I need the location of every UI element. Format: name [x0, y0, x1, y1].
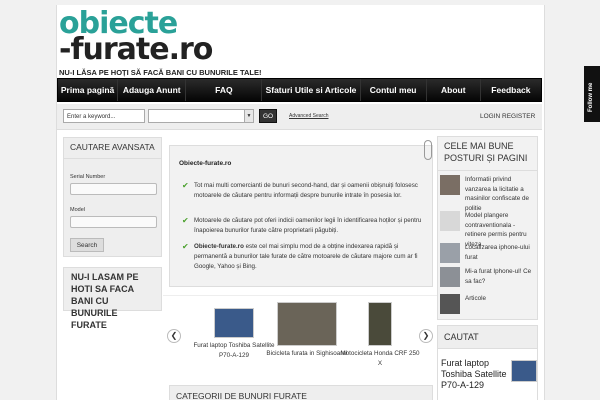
main-nav: Prima pagină Adauga Anunt FAQ Sfaturi Ut…	[57, 78, 542, 102]
popular-post[interactable]: Articole	[440, 294, 537, 318]
slider-caption: Furat laptop Toshiba Satellite P70-A-129	[193, 342, 275, 359]
model-input[interactable]	[70, 216, 157, 228]
popular-post[interactable]: Localizarea iphone-ului furat	[440, 243, 537, 267]
wanted-item-title[interactable]: Furat laptop Toshiba Satellite P70-A-129	[441, 358, 509, 391]
categories-title: CATEGORII DE BUNURI FURATE	[176, 391, 307, 400]
logo-line2: -furate.ro	[59, 32, 213, 67]
nav-add-ad[interactable]: Adauga Anunt	[118, 79, 187, 101]
advanced-search-panel: CAUTARE AVANSATA Serial Number Model Sea…	[63, 137, 162, 257]
search-bar: Enter a keyword... ▼ GO Advanced Search …	[57, 104, 542, 130]
check-icon: ✔	[182, 216, 189, 225]
featured-slider: ❮ Furat laptop Toshiba Satellite P70-A-1…	[163, 295, 439, 378]
laptop-image	[511, 360, 537, 382]
bicycle-image	[277, 302, 337, 346]
slider-caption: Motocicleta Honda CRF 250 X	[340, 350, 420, 367]
popular-posts-title: CELE MAI BUNE POSTURI ȘI PAGINI	[438, 137, 537, 171]
nav-my-account[interactable]: Contul meu	[361, 79, 427, 101]
follow-me-tab[interactable]: Follow me	[584, 66, 600, 122]
chevron-left-icon[interactable]: ❮	[167, 329, 181, 343]
categories-panel: CATEGORII DE BUNURI FURATE	[169, 385, 433, 400]
avatar	[440, 211, 460, 231]
tagline: NU-I LĂSA PE HOȚI SĂ FACĂ BANI CU BUNURI…	[59, 68, 262, 77]
paperclip-icon	[424, 140, 432, 160]
serial-number-input[interactable]	[70, 183, 157, 195]
page: obiecte -furate.ro NU-I LĂSA PE HOȚI SĂ …	[56, 5, 545, 400]
left-banner: NU-I LASAM PE HOTI SA FACA BANI CU BUNUR…	[63, 267, 162, 330]
check-icon: ✔	[182, 181, 189, 190]
intro-bullet: ✔ Tot mai multi comercianti de bunuri sec…	[182, 181, 418, 200]
post-thumbnail	[440, 294, 460, 314]
nav-home[interactable]: Prima pagină	[58, 79, 119, 101]
popular-posts-panel: CELE MAI BUNE POSTURI ȘI PAGINI Informat…	[437, 136, 538, 320]
post-thumbnail	[440, 243, 460, 263]
advanced-search-link[interactable]: Advanced Search	[289, 113, 328, 119]
intro-panel: Obiecte-furate.ro ✔ Tot mai multi comerci…	[169, 140, 433, 287]
site-logo[interactable]: obiecte -furate.ro	[59, 7, 219, 71]
left-banner-text: NU-I LASAM PE HOTI SA FACA BANI CU BUNUR…	[71, 272, 139, 330]
popular-post[interactable]: Model plangere contraventionala - retine…	[440, 211, 537, 248]
post-thumbnail	[440, 267, 460, 287]
model-label: Model	[70, 207, 85, 213]
slider-item[interactable]: Furat laptop Toshiba Satellite P70-A-129	[193, 302, 275, 361]
intro-title: Obiecte-furate.ro	[179, 160, 232, 167]
serial-label: Serial Number	[70, 174, 106, 180]
nav-about[interactable]: About	[427, 79, 481, 101]
wanted-panel: CAUTAT Furat laptop Toshiba Satellite P7…	[437, 325, 538, 400]
slider-item[interactable]: Motocicleta Honda CRF 250 X	[339, 302, 421, 369]
go-button[interactable]: GO	[259, 109, 277, 123]
wanted-title: CAUTAT	[438, 326, 537, 349]
keyword-input[interactable]: Enter a keyword...	[63, 109, 145, 123]
chevron-down-icon: ▼	[244, 110, 253, 122]
login-register-link[interactable]: LOGIN REGISTER	[480, 113, 535, 120]
nav-faq[interactable]: FAQ	[186, 79, 263, 101]
chevron-right-icon[interactable]: ❯	[419, 329, 433, 343]
popular-post[interactable]: Informatii privind vanzarea la licitatie…	[440, 175, 537, 212]
post-thumbnail	[440, 175, 460, 195]
search-button[interactable]: Search	[70, 238, 104, 252]
intro-bullet: ✔ Motoarele de căutare pot oferi indicii …	[182, 216, 422, 235]
popular-post[interactable]: Mi-a furat Iphone-ul! Ce sa fac?	[440, 267, 537, 291]
motorcycle-image	[368, 302, 392, 346]
category-select[interactable]: ▼	[148, 109, 254, 123]
laptop-image	[214, 308, 254, 338]
check-icon: ✔	[182, 242, 189, 251]
advanced-search-title: CAUTARE AVANSATA	[64, 138, 161, 159]
intro-bullet: ✔ Obiecte-furate.ro este cel mai simplu m…	[182, 242, 418, 271]
nav-feedback[interactable]: Feedback	[481, 79, 541, 101]
nav-tips-articles[interactable]: Sfaturi Utile si Articole	[262, 79, 361, 101]
slider-caption: Bicicleta furata in Sighisoara!	[266, 350, 348, 357]
slider-item[interactable]: Bicicleta furata in Sighisoara!	[266, 302, 348, 359]
